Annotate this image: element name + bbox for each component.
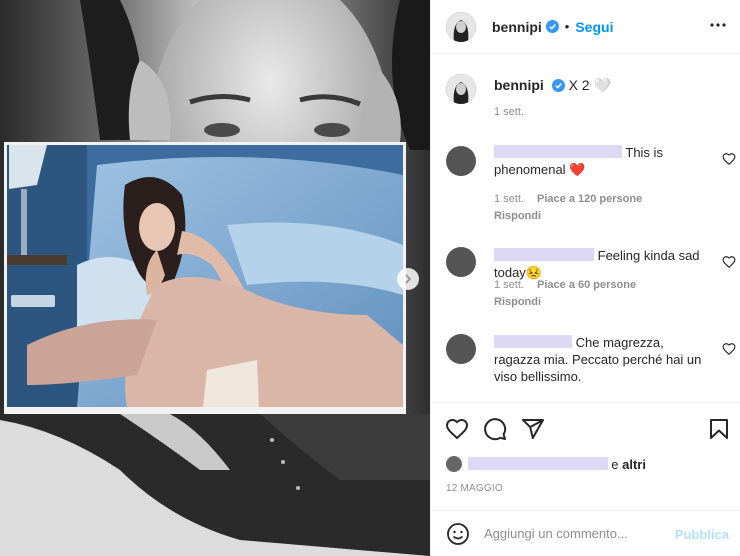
woman-on-sofa-image <box>7 145 403 407</box>
follow-button[interactable]: Segui <box>575 19 613 35</box>
heart-icon[interactable] <box>722 152 736 166</box>
caption-username-link[interactable]: bennipi <box>494 77 544 93</box>
comment-meta: 1 sett. Piace a 60 persone <box>494 279 636 291</box>
caption-avatar[interactable] <box>446 74 476 104</box>
caption-body: X 2 🤍 <box>568 77 611 93</box>
likes-summary: e altri <box>446 456 646 472</box>
emoji-icon[interactable] <box>446 522 470 546</box>
redacted-username <box>494 335 572 348</box>
add-comment-bar: Pubblica <box>431 510 740 556</box>
commenter-avatar[interactable] <box>446 146 476 176</box>
caption-text: bennipi X 2 🤍 <box>494 77 611 94</box>
bookmark-icon[interactable] <box>707 417 731 441</box>
comment-time[interactable]: 1 sett. <box>494 279 524 291</box>
redacted-liker-name <box>467 457 608 470</box>
inset-color-photo <box>4 142 406 414</box>
comment-reply-button[interactable]: Rispondi <box>494 296 541 308</box>
comment-likes-count[interactable]: Piace a 60 persone <box>537 279 636 291</box>
comment-time[interactable]: 1 sett. <box>494 193 524 205</box>
author-username-link[interactable]: bennipi <box>492 19 542 35</box>
heart-icon[interactable] <box>445 417 469 441</box>
more-options-icon[interactable] <box>709 16 727 34</box>
chevron-right-icon <box>405 274 412 284</box>
commenter-avatar[interactable] <box>446 247 476 277</box>
comment-reply-button[interactable]: Rispondi <box>494 210 541 222</box>
comment-icon[interactable] <box>483 417 507 441</box>
comment-input[interactable] <box>484 526 664 541</box>
caption-timestamp[interactable]: 1 sett. <box>494 106 524 118</box>
commenter-avatar[interactable] <box>446 334 476 364</box>
comment-text: This is phenomenal ❤️ <box>494 144 712 178</box>
redacted-username <box>494 248 594 261</box>
avatar-image <box>446 11 476 42</box>
redacted-username <box>494 145 622 158</box>
share-icon[interactable] <box>521 417 545 441</box>
avatar-image <box>446 74 476 104</box>
post-sidebar: bennipi • Segui bennipi X 2 🤍 1 sett. Th… <box>430 0 740 556</box>
post-actions-bar <box>431 402 740 452</box>
next-slide-button[interactable] <box>397 268 419 290</box>
heart-icon[interactable] <box>722 255 736 269</box>
post-header: bennipi • Segui <box>431 0 740 54</box>
verified-badge-icon <box>545 20 559 33</box>
heart-icon[interactable] <box>722 342 736 356</box>
author-avatar[interactable] <box>446 11 476 42</box>
comment-meta: 1 sett. Piace a 120 persone <box>494 193 642 205</box>
likes-others-link[interactable]: altri <box>622 457 646 472</box>
header-separator: • <box>564 19 570 34</box>
verified-badge-icon <box>551 79 565 92</box>
comment-text: Che magrezza, ragazza mia. Peccato perch… <box>494 334 712 385</box>
comment-likes-count[interactable]: Piace a 120 persone <box>537 193 642 205</box>
comment-text: Feeling kinda sad today😣 <box>494 247 712 281</box>
publish-button[interactable]: Pubblica <box>675 527 729 542</box>
post-date[interactable]: 12 MAGGIO <box>446 483 503 494</box>
post-media[interactable] <box>0 0 430 556</box>
liker-avatar[interactable] <box>446 456 462 472</box>
likes-suffix: e <box>611 457 619 472</box>
